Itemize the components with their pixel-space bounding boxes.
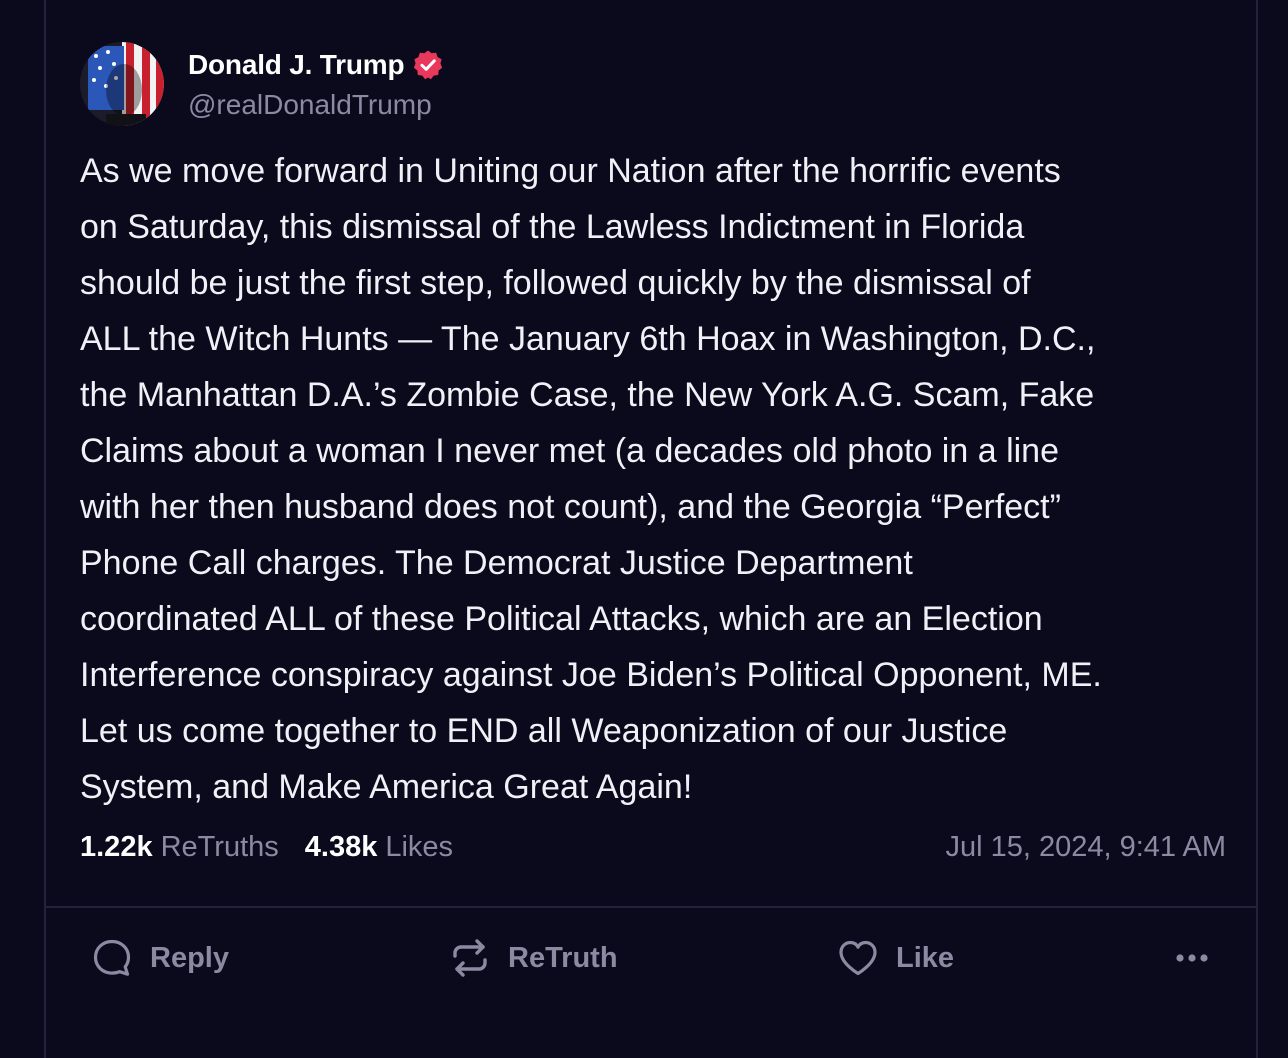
reply-bubble-icon <box>90 936 134 980</box>
author-names: Donald J. Trump @realDonaldTrump <box>188 45 444 121</box>
retruth-arrows-icon <box>448 936 492 980</box>
post-timestamp[interactable]: Jul 15, 2024, 9:41 AM <box>945 831 1226 864</box>
more-options-button[interactable] <box>1170 932 1214 984</box>
likes-count: 4.38k <box>304 831 378 863</box>
post-header: Donald J. Trump @realDonaldTrump <box>80 42 444 126</box>
post-card: Donald J. Trump @realDonaldTrump As we m… <box>44 0 1258 1058</box>
reply-button[interactable]: Reply <box>90 932 229 984</box>
verified-badge-icon <box>414 50 443 80</box>
like-label: Like <box>896 941 955 974</box>
heart-icon <box>836 936 880 980</box>
post-stats: 1.22k ReTruths 4.38k Likes Jul 15, 2024, 9… <box>80 831 1226 864</box>
author-handle[interactable]: @realDonaldTrump <box>188 89 444 121</box>
post-body: As we move forward in Uniting our Nation… <box>80 152 1102 806</box>
likes-stat[interactable]: 4.38k Likes <box>305 831 453 864</box>
display-name[interactable]: Donald J. Trump <box>188 49 405 81</box>
retruths-count: 1.22k <box>80 831 153 863</box>
retruths-stat[interactable]: 1.22k ReTruths <box>80 831 279 864</box>
avatar[interactable] <box>80 42 164 126</box>
divider <box>46 906 1256 908</box>
like-button[interactable]: Like <box>836 932 954 984</box>
avatar-image <box>80 42 164 126</box>
retruths-label: ReTruths <box>160 831 279 863</box>
retruth-button[interactable]: ReTruth <box>448 932 618 984</box>
display-name-row: Donald J. Trump <box>188 45 444 85</box>
reply-label: Reply <box>150 941 229 974</box>
retruth-label: ReTruth <box>508 941 618 974</box>
more-dots-icon <box>1170 936 1214 980</box>
likes-label: Likes <box>385 831 454 863</box>
action-bar: Reply ReTruth Like <box>46 932 1256 984</box>
